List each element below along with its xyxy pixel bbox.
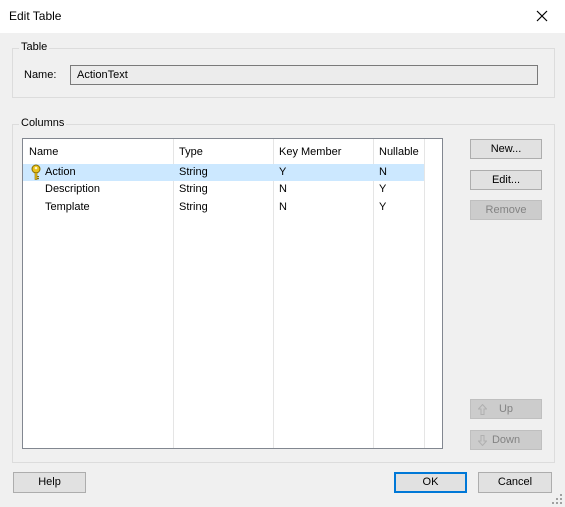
window-title: Edit Table [9,9,62,23]
cell-nullable: N [379,166,387,178]
arrow-up-icon [478,404,487,415]
arrow-down-icon [478,435,487,446]
ok-button[interactable]: OK [394,472,467,493]
table-row[interactable]: Description String N Y [23,181,424,198]
header-name[interactable]: Name [29,146,58,158]
column-divider [424,139,425,448]
cell-type: String [179,166,208,178]
table-group-legend: Table [19,41,50,53]
header-key-member[interactable]: Key Member [279,146,341,158]
columns-group-legend: Columns [19,117,67,129]
remove-button[interactable]: Remove [470,200,542,220]
cell-name: Template [45,201,90,213]
cell-key-member: N [279,201,287,213]
new-button[interactable]: New... [470,139,542,159]
cell-name: Description [45,183,101,195]
close-button[interactable] [519,0,565,33]
table-row[interactable]: Action String Y N [23,164,424,181]
cell-type: String [179,183,208,195]
header-nullable[interactable]: Nullable [379,146,419,158]
resize-grip-icon[interactable] [552,494,562,504]
cell-key-member: Y [279,166,287,178]
key-icon [31,164,41,180]
close-icon [536,10,548,22]
cell-name: Action [45,166,76,178]
header-type[interactable]: Type [179,146,203,158]
edit-button[interactable]: Edit... [470,170,542,190]
table-name-field[interactable]: ActionText [70,65,538,85]
down-button[interactable]: Down [470,430,542,450]
columns-list[interactable]: Name Type Key Member Nullable Action Str… [22,138,443,449]
cancel-button[interactable]: Cancel [478,472,552,493]
help-button[interactable]: Help [13,472,86,493]
cell-type: String [179,201,208,213]
table-row[interactable]: Template String N Y [23,199,424,216]
name-label: Name: [24,69,57,81]
table-group: Table Name: ActionText [12,41,555,98]
title-bar: Edit Table [0,0,565,33]
cell-key-member: N [279,183,287,195]
cell-nullable: Y [379,201,387,213]
down-button-label: Down [491,434,521,446]
cell-nullable: Y [379,183,387,195]
up-button[interactable]: Up [470,399,542,419]
up-button-label: Up [498,403,514,415]
